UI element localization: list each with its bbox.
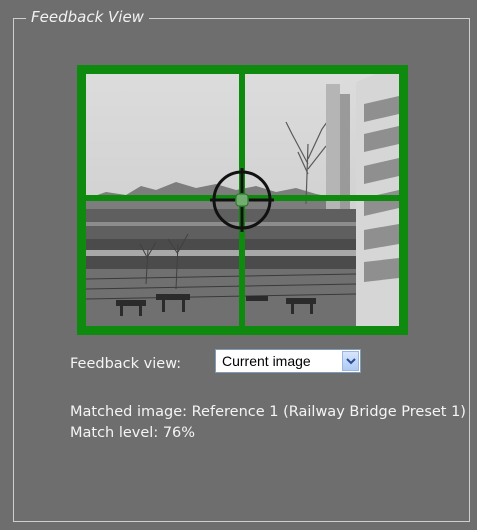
feedback-view-panel: Feedback View Feedback view: Current ima… [0,0,477,530]
chevron-down-icon [346,358,356,365]
match-level-text: Match level: 76% [70,425,196,441]
matched-image-text: Matched image: Reference 1 (Railway Brid… [70,404,466,420]
camera-feedback-image [77,65,408,335]
panel-legend: Feedback View [26,7,149,27]
feedback-view-label: Feedback view: [70,356,182,372]
feedback-view-selected-value: Current image [222,353,311,369]
dropdown-button[interactable] [342,351,359,371]
crosshair-icon [210,168,274,232]
match-info: Matched image: Reference 1 (Railway Brid… [70,402,470,444]
feedback-view-select[interactable]: Current image [215,349,361,373]
